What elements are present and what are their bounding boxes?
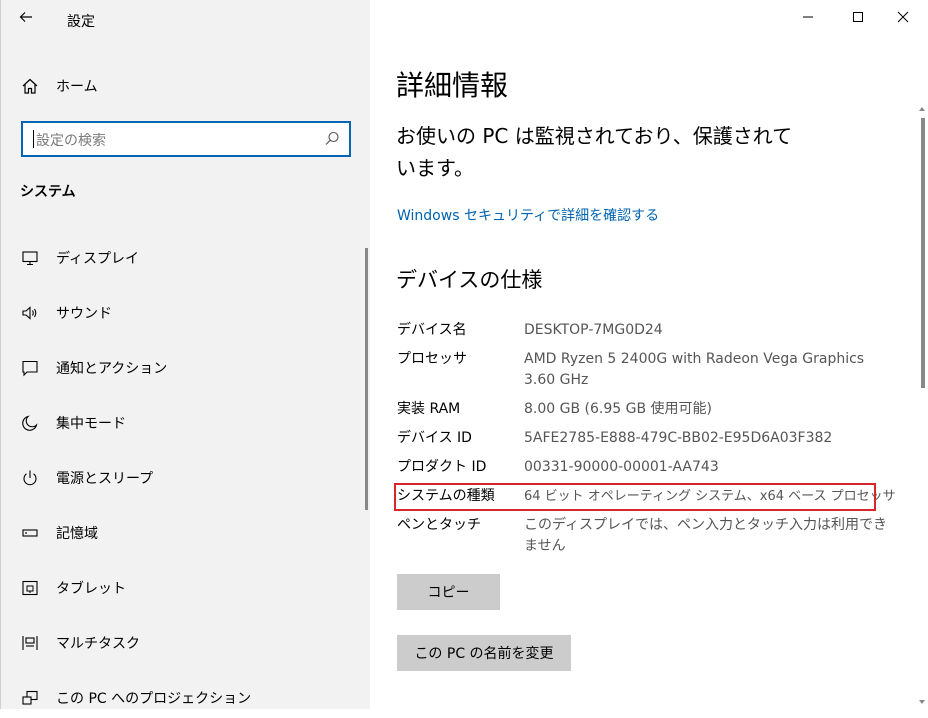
notification-icon bbox=[19, 357, 41, 379]
security-details-link[interactable]: Windows セキュリティで詳細を確認する bbox=[397, 205, 659, 225]
sidebar-item-tablet[interactable]: タブレット bbox=[1, 568, 366, 608]
device-spec-title: デバイスの仕様 bbox=[396, 268, 543, 292]
home-icon bbox=[19, 77, 41, 95]
spec-key: デバイス名 bbox=[397, 322, 467, 338]
search-icon[interactable] bbox=[323, 130, 341, 148]
sidebar-item-label: タブレット bbox=[56, 581, 126, 597]
spec-key: デバイス ID bbox=[397, 430, 472, 446]
spec-key: 実装 RAM bbox=[397, 401, 461, 417]
spec-value: 00331-90000-00001-AA743 bbox=[524, 459, 719, 475]
sidebar-item-multitask[interactable]: マルチタスク bbox=[1, 623, 366, 663]
maximize-icon bbox=[853, 12, 863, 22]
close-button[interactable] bbox=[880, 2, 926, 32]
protection-message: お使いの PC は監視されており、保護されています。 bbox=[396, 124, 793, 180]
sidebar-scrollbar[interactable] bbox=[365, 248, 368, 510]
sidebar-item-label: サウンド bbox=[56, 306, 112, 322]
spec-key: ペンとタッチ bbox=[397, 517, 481, 533]
spec-key: プロセッサ bbox=[397, 351, 467, 367]
home-label: ホーム bbox=[56, 79, 98, 95]
sidebar-item-home[interactable]: ホーム bbox=[19, 73, 98, 99]
spec-value: AMD Ryzen 5 2400G with Radeon Vega Graph… bbox=[524, 351, 865, 388]
sidebar-item-label: この PC へのプロジェクション bbox=[56, 691, 252, 707]
sidebar-item-focus[interactable]: 集中モード bbox=[1, 403, 366, 443]
sidebar-item-label: ディスプレイ bbox=[56, 251, 140, 267]
page-title: 詳細情報 bbox=[396, 69, 509, 102]
spec-value: 8.00 GB (6.95 GB 使用可能) bbox=[524, 401, 712, 417]
minimize-icon bbox=[803, 16, 813, 18]
maximize-button[interactable] bbox=[835, 2, 881, 32]
search-placeholder: 設定の検索 bbox=[36, 133, 106, 149]
sidebar-item-label: 集中モード bbox=[56, 416, 126, 432]
sidebar: 設定 ホーム 設定の検索 システム ディスプレイ サウンド 通知とアクション 集… bbox=[0, 0, 370, 709]
sidebar-item-label: 通知とアクション bbox=[56, 361, 168, 377]
back-arrow-icon[interactable] bbox=[15, 8, 37, 30]
spec-value: DESKTOP-7MG0D24 bbox=[524, 322, 663, 338]
sidebar-item-projection[interactable]: この PC へのプロジェクション bbox=[1, 678, 366, 718]
sidebar-item-label: マルチタスク bbox=[56, 636, 140, 652]
copy-button[interactable]: コピー bbox=[397, 574, 500, 610]
main-scrollbar[interactable] bbox=[921, 118, 925, 388]
spec-key: プロダクト ID bbox=[397, 459, 487, 475]
sidebar-item-notifications[interactable]: 通知とアクション bbox=[1, 348, 366, 388]
storage-icon bbox=[19, 522, 41, 544]
sidebar-item-label: 記憶域 bbox=[56, 526, 98, 542]
scroll-down-icon[interactable] bbox=[917, 697, 927, 707]
multitask-icon bbox=[19, 632, 41, 654]
sidebar-item-display[interactable]: ディスプレイ bbox=[1, 238, 366, 278]
rename-pc-button[interactable]: この PC の名前を変更 bbox=[397, 635, 571, 671]
sidebar-item-storage[interactable]: 記憶域 bbox=[1, 513, 366, 553]
text-caret bbox=[33, 130, 34, 148]
sidebar-section-title: システム bbox=[20, 184, 76, 200]
sidebar-item-power[interactable]: 電源とスリープ bbox=[1, 458, 366, 498]
speaker-icon bbox=[19, 302, 41, 324]
spec-value: 5AFE2785-E888-479C-BB02-E95D6A03F382 bbox=[524, 430, 833, 446]
projection-icon bbox=[19, 687, 41, 709]
moon-icon bbox=[19, 412, 41, 434]
tablet-icon bbox=[19, 577, 41, 599]
app-title: 設定 bbox=[67, 14, 95, 30]
power-icon bbox=[19, 467, 41, 489]
search-input[interactable]: 設定の検索 bbox=[21, 121, 351, 157]
system-type-highlight bbox=[394, 483, 876, 511]
spec-value: このディスプレイでは、ペン入力とタッチ入力は利用できません bbox=[524, 517, 888, 554]
sidebar-item-sound[interactable]: サウンド bbox=[1, 293, 366, 333]
sidebar-item-label: 電源とスリープ bbox=[56, 471, 154, 487]
minimize-button[interactable] bbox=[785, 2, 831, 32]
monitor-icon bbox=[19, 247, 41, 269]
close-icon bbox=[897, 11, 909, 23]
scroll-up-icon[interactable] bbox=[917, 104, 927, 114]
